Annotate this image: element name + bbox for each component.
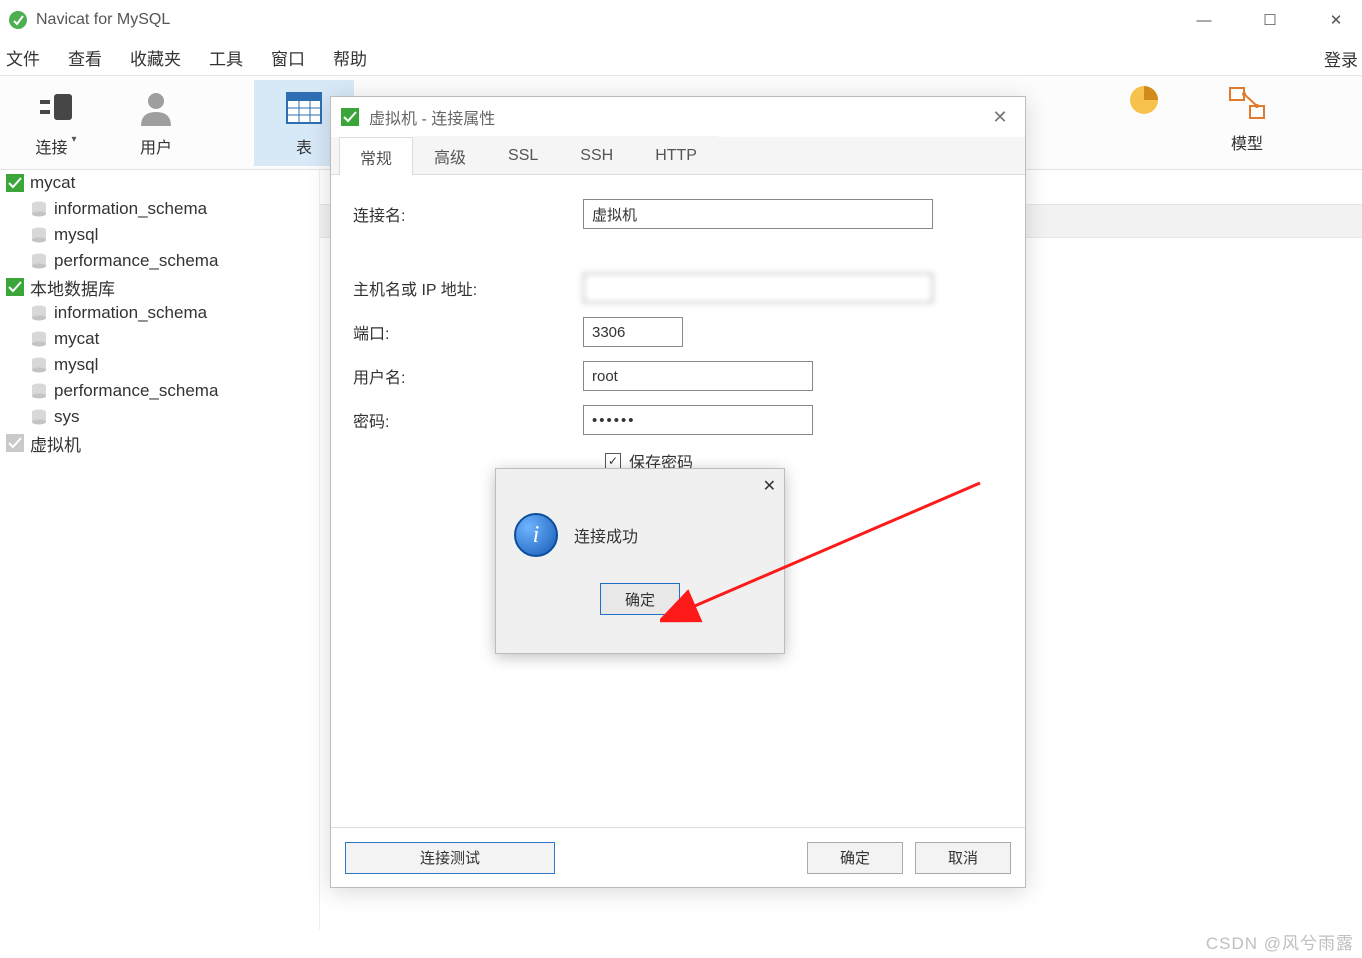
user-icon	[136, 88, 176, 128]
dialog-close-button[interactable]: ✕	[985, 107, 1015, 128]
tree-label: mysql	[54, 355, 98, 375]
input-username[interactable]	[583, 361, 813, 391]
toolbar-model-button[interactable]: 模型	[1192, 76, 1302, 162]
database-icon	[30, 227, 48, 243]
connection-closed-icon	[6, 434, 24, 452]
toolbar-connect-button[interactable]: 连接▾	[6, 80, 106, 166]
menu-help[interactable]: 帮助	[333, 45, 367, 70]
tree-db[interactable]: information_schema	[0, 300, 319, 326]
dialog-titlebar: 虚拟机 - 连接属性 ✕	[331, 97, 1025, 137]
dialog-footer: 连接测试 确定 取消	[331, 827, 1025, 887]
tree-label: 虚拟机	[30, 431, 81, 456]
toolbar-user-button[interactable]: 用户	[106, 80, 206, 166]
window-minimize-button[interactable]: —	[1186, 5, 1222, 35]
database-icon	[30, 253, 48, 269]
tree-label: information_schema	[54, 303, 207, 323]
messagebox-ok-button[interactable]: 确定	[600, 583, 680, 615]
input-connection-name[interactable]	[583, 199, 933, 229]
label-username: 用户名:	[353, 364, 583, 388]
label-connection-name: 连接名:	[353, 202, 583, 226]
window-close-button[interactable]: ✕	[1318, 5, 1354, 35]
tree-label: information_schema	[54, 199, 207, 219]
dialog-tabs: 常规 高级 SSL SSH HTTP	[331, 137, 1025, 175]
tree-db[interactable]: mysql	[0, 352, 319, 378]
plug-icon	[34, 88, 78, 128]
messagebox-close-button[interactable]: ✕	[763, 476, 776, 496]
info-icon: i	[514, 513, 558, 557]
app-icon	[8, 10, 28, 30]
table-icon	[284, 88, 324, 128]
menu-file[interactable]: 文件	[6, 45, 40, 70]
toolbar-user-label: 用户	[140, 134, 172, 158]
tab-ssl[interactable]: SSL	[487, 136, 559, 174]
database-icon	[30, 305, 48, 321]
menu-bar: 文件 查看 收藏夹 工具 窗口 帮助 登录	[0, 40, 1362, 76]
tree-db[interactable]: information_schema	[0, 196, 319, 222]
tree-connection-mycat[interactable]: mycat	[0, 170, 319, 196]
tree-label: mycat	[30, 173, 75, 193]
tree-label: mycat	[54, 329, 99, 349]
database-icon	[30, 409, 48, 425]
menu-login[interactable]: 登录	[1320, 40, 1362, 76]
toolbar-table-label: 表	[296, 134, 312, 158]
window-titlebar: Navicat for MySQL — ☐ ✕	[0, 0, 1362, 40]
tab-ssh[interactable]: SSH	[559, 136, 634, 174]
tree-db[interactable]: sys	[0, 404, 319, 430]
menu-window[interactable]: 窗口	[271, 45, 305, 70]
tree-label: 本地数据库	[30, 275, 115, 300]
menu-favorites[interactable]: 收藏夹	[130, 45, 181, 70]
window-maximize-button[interactable]: ☐	[1252, 5, 1288, 35]
test-connection-button[interactable]: 连接测试	[345, 842, 555, 874]
menu-tools[interactable]: 工具	[209, 45, 243, 70]
model-icon	[1226, 84, 1268, 124]
tab-general[interactable]: 常规	[339, 137, 413, 175]
database-icon	[30, 201, 48, 217]
checkbox-save-password[interactable]: ✓	[605, 453, 621, 469]
chart-icon	[1126, 82, 1162, 118]
tree-connection-local[interactable]: 本地数据库	[0, 274, 319, 300]
database-icon	[30, 383, 48, 399]
dialog-icon	[341, 108, 359, 126]
tree-label: sys	[54, 407, 80, 427]
label-password: 密码:	[353, 408, 583, 432]
connection-tree[interactable]: mycat information_schema mysql performan…	[0, 170, 320, 930]
database-icon	[30, 331, 48, 347]
dialog-title: 虚拟机 - 连接属性	[369, 105, 495, 129]
tree-db[interactable]: performance_schema	[0, 378, 319, 404]
dialog-cancel-button[interactable]: 取消	[915, 842, 1011, 874]
tree-label: performance_schema	[54, 251, 218, 271]
messagebox-connection-success: ✕ i 连接成功 确定	[495, 468, 785, 654]
toolbar-model-label: 模型	[1231, 130, 1263, 154]
toolbar-connect-label: 连接	[35, 134, 67, 158]
input-password[interactable]	[583, 405, 813, 435]
tree-label: performance_schema	[54, 381, 218, 401]
tree-db[interactable]: mycat	[0, 326, 319, 352]
label-host: 主机名或 IP 地址:	[353, 276, 583, 300]
tab-http[interactable]: HTTP	[634, 136, 718, 174]
tree-db[interactable]: mysql	[0, 222, 319, 248]
dialog-ok-button[interactable]: 确定	[807, 842, 903, 874]
window-title: Navicat for MySQL	[36, 11, 170, 29]
tab-advanced[interactable]: 高级	[413, 136, 487, 174]
tree-db[interactable]: performance_schema	[0, 248, 319, 274]
input-host[interactable]	[583, 273, 933, 303]
input-port[interactable]	[583, 317, 683, 347]
tree-connection-vm[interactable]: 虚拟机	[0, 430, 319, 456]
watermark: CSDN @风兮雨露	[1206, 929, 1354, 954]
label-port: 端口:	[353, 320, 583, 344]
database-icon	[30, 357, 48, 373]
connection-open-icon	[6, 278, 24, 296]
tree-label: mysql	[54, 225, 98, 245]
connection-open-icon	[6, 174, 24, 192]
chevron-down-icon: ▾	[71, 134, 76, 158]
messagebox-text: 连接成功	[574, 523, 638, 547]
menu-view[interactable]: 查看	[68, 45, 102, 70]
